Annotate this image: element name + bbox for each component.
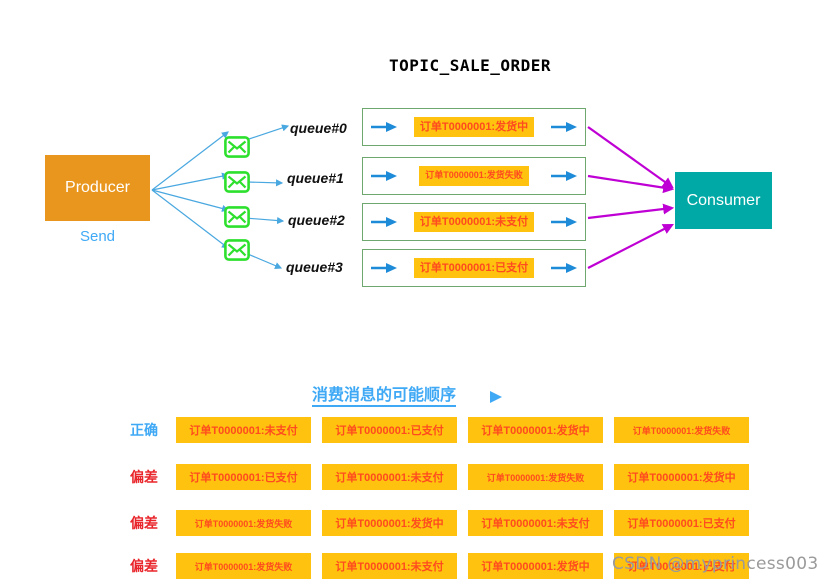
queue-label-1: queue#1 xyxy=(287,170,344,186)
envelope-icon xyxy=(224,136,250,158)
sequence-cell: 订单T0000001:发货失败 xyxy=(176,510,311,536)
queue-message-0: 订单T0000001:发货中 xyxy=(413,116,535,138)
producer-label: Producer xyxy=(65,179,130,196)
queue-row-2[interactable]: 订单T0000001:未支付 xyxy=(362,203,586,241)
queue-label-2: queue#2 xyxy=(288,212,345,228)
send-label: Send xyxy=(79,228,116,245)
consumer-label: Consumer xyxy=(686,191,761,209)
sequence-cell: 订单T0000001:发货失败 xyxy=(176,553,311,579)
queue-label-3: queue#3 xyxy=(286,259,343,275)
sequence-row: 偏差 订单T0000001:发货失败 订单T0000001:发货中 订单T000… xyxy=(130,508,790,538)
sequence-cell: 订单T0000001:发货失败 xyxy=(468,464,603,490)
sequence-cell: 订单T0000001:发货失败 xyxy=(614,417,749,443)
sequence-row-tag: 偏差 xyxy=(130,515,158,531)
arrow-right-icon xyxy=(371,122,397,132)
envelope-icon xyxy=(224,239,250,261)
queue-row-3[interactable]: 订单T0000001:已支付 xyxy=(362,249,586,287)
sequence-cell: 订单T0000001:未支付 xyxy=(468,510,603,536)
queue-label-0: queue#0 xyxy=(290,120,347,136)
connector-lines xyxy=(151,124,675,269)
sequence-cell: 订单T0000001:已支付 xyxy=(176,464,311,490)
sequence-cell: 订单T0000001:发货中 xyxy=(322,510,457,536)
sequence-cell: 订单T0000001:未支付 xyxy=(176,417,311,443)
queue-message-3: 订单T0000001:已支付 xyxy=(413,257,535,279)
order-section-heading-text: 消费消息的可能顺序 xyxy=(312,387,457,407)
envelope-icon xyxy=(224,171,250,193)
sequence-row-tag: 偏差 xyxy=(130,469,158,485)
arrow-right-icon xyxy=(550,171,577,181)
heading-arrow-icon xyxy=(490,391,502,403)
arrow-right-icon xyxy=(551,263,577,273)
sequence-cell: 订单T0000001:已支付 xyxy=(614,510,749,536)
arrow-right-icon xyxy=(371,217,397,227)
sequence-cell: 订单T0000001:发货中 xyxy=(468,417,603,443)
topic-title: TOPIC_SALE_ORDER xyxy=(388,56,552,75)
sequence-cell: 订单T0000001:已支付 xyxy=(322,417,457,443)
order-section-heading: 消费消息的可能顺序 xyxy=(312,381,457,407)
sequence-cell: 订单T0000001:发货中 xyxy=(468,553,603,579)
sequence-row-tag: 正确 xyxy=(130,422,158,438)
sequence-row: 偏差 订单T0000001:已支付 订单T0000001:未支付 订单T0000… xyxy=(130,462,790,492)
watermark: CSDN @myprincess003 xyxy=(612,554,819,574)
arrow-right-icon xyxy=(371,171,397,181)
producer-box[interactable]: Producer xyxy=(45,155,150,221)
consumer-box[interactable]: Consumer xyxy=(675,172,772,229)
envelope-icon xyxy=(224,206,250,228)
arrow-right-icon xyxy=(551,217,577,227)
queue-row-1[interactable]: 订单T0000001:发货失败 xyxy=(362,157,586,195)
queue-row-0[interactable]: 订单T0000001:发货中 xyxy=(362,108,586,146)
sequence-row: 正确 订单T0000001:未支付 订单T0000001:已支付 订单T0000… xyxy=(130,415,790,445)
sequence-cell: 订单T0000001:发货中 xyxy=(614,464,749,490)
sequence-row-tag: 偏差 xyxy=(130,558,158,574)
diagram-canvas: TOPIC_SALE_ORDER Producer Send Consumer xyxy=(0,0,825,588)
sequence-cell: 订单T0000001:未支付 xyxy=(322,553,457,579)
sequence-cell: 订单T0000001:未支付 xyxy=(322,464,457,490)
arrow-right-icon xyxy=(551,122,577,132)
queue-message-1: 订单T0000001:发货失败 xyxy=(419,166,529,186)
queue-message-2: 订单T0000001:未支付 xyxy=(413,211,535,233)
arrow-right-icon xyxy=(371,263,397,273)
